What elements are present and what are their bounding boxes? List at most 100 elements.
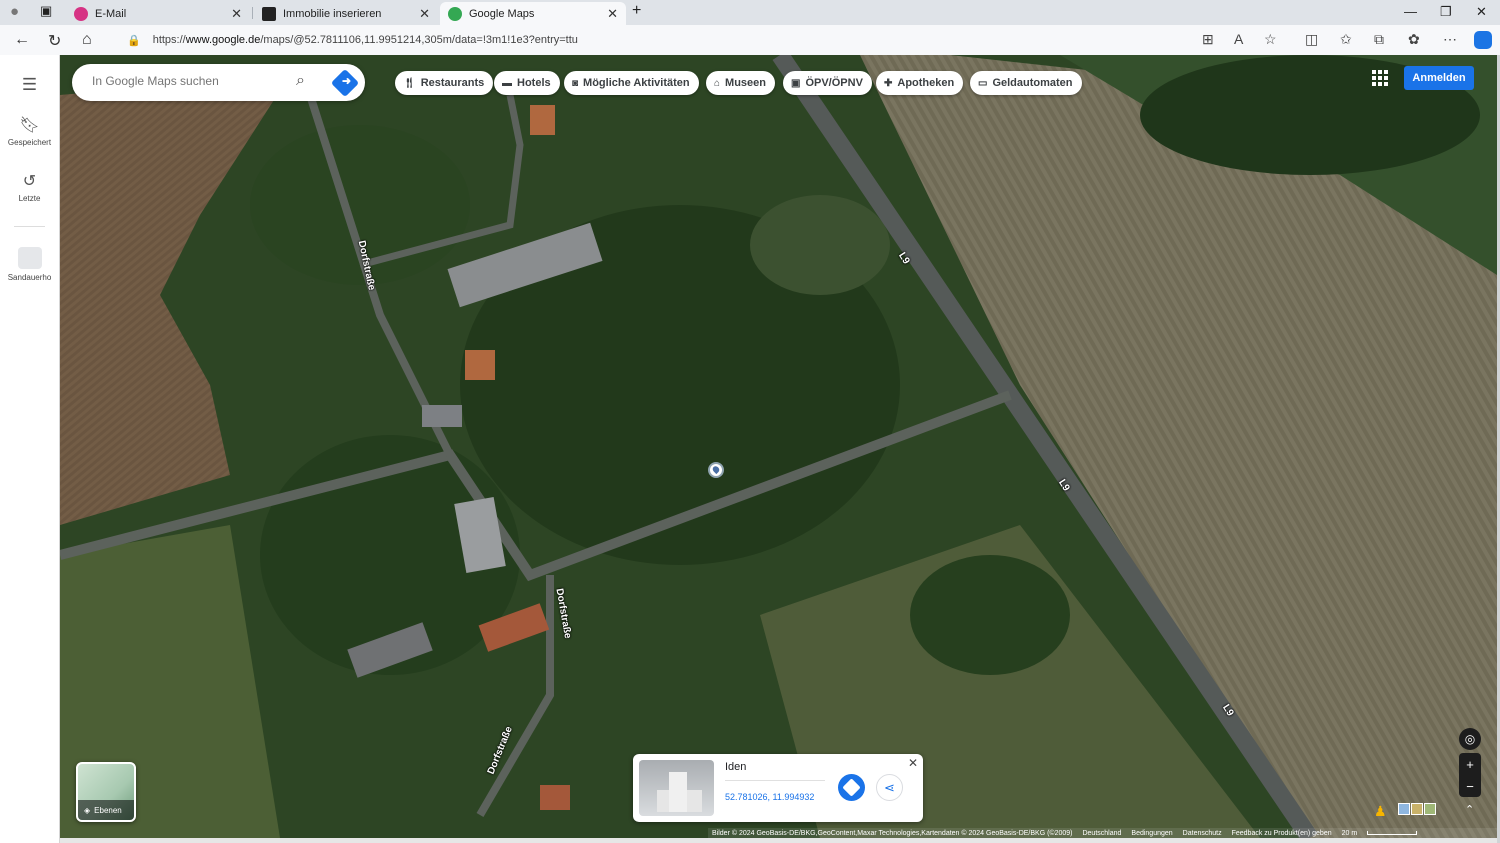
camera-icon: ◙ <box>572 77 579 89</box>
pegman-icon[interactable]: ♟ <box>1374 803 1387 820</box>
layers-label: Ebenen <box>94 805 122 815</box>
privacy-link[interactable]: Datenschutz <box>1183 830 1222 837</box>
place-name[interactable]: Iden <box>725 761 746 773</box>
search-box: ⌕ ➜ <box>72 64 365 101</box>
split-screen-icon[interactable]: ◫ <box>1305 31 1318 48</box>
transit-icon: ▣ <box>791 77 801 89</box>
card-divider <box>725 780 825 781</box>
place-info-card[interactable]: Iden 52.781026, 11.994932 ⋖ ✕ <box>633 754 923 822</box>
url-field[interactable]: 🔒 https://www.google.de/maps/@52.7811106… <box>113 28 1198 52</box>
new-tab-icon[interactable]: + <box>632 2 641 20</box>
scale-bar <box>1367 831 1418 835</box>
directions-icon: ➜ <box>341 75 352 88</box>
map-footer: Bilder © 2024 GeoBasis-DE/BKG,GeoContent… <box>708 828 1497 838</box>
chip-museums[interactable]: ⌂ Museen <box>706 71 776 95</box>
chip-atm[interactable]: ▭ Geldautomaten <box>970 71 1082 95</box>
back-icon[interactable]: ← <box>14 31 30 49</box>
country-link[interactable]: Deutschland <box>1082 830 1121 837</box>
zoom-in-button[interactable]: + <box>1459 753 1481 775</box>
signin-button[interactable]: Anmelden <box>1404 66 1474 90</box>
satellite-map[interactable]: Dorfstraße Dorfstraße Dorfstraße L9 L9 L… <box>60 55 1497 838</box>
place-thumbnail[interactable] <box>639 760 714 816</box>
chip-activities[interactable]: ◙ Mögliche Aktivitäten <box>564 71 699 95</box>
chip-label: Restaurants <box>420 77 485 89</box>
more-icon[interactable]: ⋯ <box>1443 31 1457 48</box>
chip-hotels[interactable]: ▬ Hotels <box>494 71 560 95</box>
chip-label: Mögliche Aktivitäten <box>583 77 690 89</box>
home-icon[interactable]: ⌂ <box>82 31 92 49</box>
share-button[interactable]: ⋖ <box>876 774 903 801</box>
chip-label: Hotels <box>517 77 551 89</box>
lock-icon[interactable]: 🔒 <box>127 34 141 47</box>
google-apps-icon[interactable] <box>1372 70 1388 86</box>
read-aloud-icon[interactable]: A <box>1234 31 1243 47</box>
terms-link[interactable]: Bedingungen <box>1131 830 1172 837</box>
extensions-icon[interactable]: ✿ <box>1408 31 1420 48</box>
menu-button[interactable]: ☰ <box>0 75 59 98</box>
tab-title: Immobilie inserieren <box>283 7 382 20</box>
favorite-star-icon[interactable]: ☆ <box>1264 31 1277 48</box>
plus-icon: + <box>1466 756 1474 772</box>
restore-icon[interactable]: ❐ <box>1440 4 1452 20</box>
search-input[interactable] <box>90 73 280 89</box>
chip-pharmacies[interactable]: ✚ Apotheken <box>876 71 964 95</box>
share-icon: ⋖ <box>884 779 895 795</box>
hamburger-icon: ☰ <box>21 75 38 94</box>
restaurant-icon: 🍴︎ <box>403 77 416 89</box>
place-coordinates[interactable]: 52.781026, 11.994932 <box>725 792 814 802</box>
minimize-icon[interactable]: — <box>1404 4 1417 19</box>
profile-icon[interactable]: ● <box>10 3 19 20</box>
app-available-icon[interactable]: ⊞ <box>1202 31 1214 48</box>
tab-google-maps[interactable]: Google Maps ✕ <box>440 2 626 25</box>
my-location-button[interactable]: ◎ <box>1459 728 1481 750</box>
copilot-icon[interactable] <box>1474 31 1492 49</box>
location-pin-icon[interactable] <box>708 462 724 478</box>
imagery-previews[interactable] <box>1398 803 1436 817</box>
chip-restaurants[interactable]: 🍴︎ Restaurants <box>395 71 494 95</box>
favorites-icon[interactable]: ✩ <box>1340 31 1352 48</box>
directions-button[interactable]: ➜ <box>330 68 360 98</box>
tab-actions-icon[interactable]: ▣ <box>40 3 52 19</box>
email-favicon-icon <box>74 6 88 21</box>
card-directions-button[interactable] <box>838 774 865 801</box>
tab-email[interactable]: E-Mail ✕ <box>66 2 250 25</box>
house-favicon-icon <box>262 6 276 21</box>
reload-icon[interactable]: ↻ <box>48 31 61 51</box>
bookmark-icon: 🔖︎ <box>19 117 40 134</box>
scale-label[interactable]: 20 m <box>1342 830 1358 837</box>
rail-item-recent[interactable]: ↺ Letzte <box>0 171 59 203</box>
left-rail: ☰ 🔖︎ Gespeichert ↺ Letzte Sandauerho <box>0 55 59 843</box>
minus-icon: − <box>1466 778 1474 794</box>
rail-item-label: Gespeichert <box>7 138 52 147</box>
layers-button[interactable]: ◈ Ebenen <box>76 762 136 822</box>
satellite-imagery <box>60 55 1497 838</box>
url-path: /maps/@52.7811106,11.9951214,305m/data=!… <box>260 34 578 46</box>
tab-divider <box>252 7 253 19</box>
browser-tab-bar: ● ▣ E-Mail ✕ Immobilie inserieren ✕ Goog… <box>0 0 1500 25</box>
chip-label: Apotheken <box>897 77 955 89</box>
rail-item-label: Sandauerho <box>7 273 52 282</box>
feedback-link[interactable]: Feedback zu Produkt(en) geben <box>1232 830 1332 837</box>
rail-item-saved[interactable]: 🔖︎ Gespeichert <box>0 115 59 147</box>
history-icon: ↺ <box>22 173 37 190</box>
zoom-out-button[interactable]: − <box>1459 775 1481 797</box>
expand-up-icon[interactable]: ⌃ <box>1465 803 1474 816</box>
collections-icon[interactable]: ⧉ <box>1374 31 1384 48</box>
chip-label: Geldautomaten <box>992 77 1073 89</box>
tab-title: Google Maps <box>469 7 535 20</box>
close-window-icon[interactable]: ✕ <box>1476 4 1487 20</box>
rail-item-label: Letzte <box>18 194 41 203</box>
google-maps-page: ☰ 🔖︎ Gespeichert ↺ Letzte Sandauerho Dor… <box>0 55 1500 843</box>
search-icon[interactable]: ⌕ <box>296 72 305 90</box>
crosshair-icon: ◎ <box>1464 732 1476 746</box>
close-card-icon[interactable]: ✕ <box>908 756 918 770</box>
tab-immobilie[interactable]: Immobilie inserieren ✕ <box>254 2 438 25</box>
close-tab-icon[interactable]: ✕ <box>607 6 618 22</box>
rail-divider <box>14 226 45 227</box>
close-tab-icon[interactable]: ✕ <box>231 6 242 22</box>
pharmacy-icon: ✚ <box>884 77 893 89</box>
rail-item-recent-place[interactable]: Sandauerho <box>0 247 59 282</box>
bottom-strip <box>60 838 1500 843</box>
close-tab-icon[interactable]: ✕ <box>419 6 430 22</box>
chip-transit[interactable]: ▣ ÖPV/ÖPNV <box>783 71 872 95</box>
